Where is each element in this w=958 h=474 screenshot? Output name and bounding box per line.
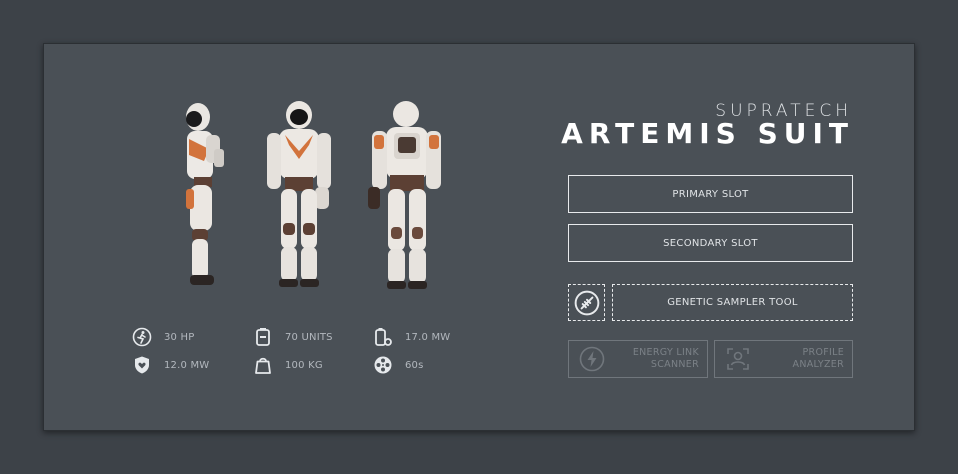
energy-link-scanner-label-line2: SCANNER bbox=[650, 359, 699, 370]
stat-energy-units: 70 UNITS bbox=[253, 326, 333, 348]
stat-weight-value: 100 KG bbox=[285, 359, 323, 371]
primary-slot-button[interactable]: PRIMARY SLOT bbox=[568, 175, 853, 213]
profile-analyzer-button[interactable]: PROFILE ANALYZER bbox=[714, 340, 853, 378]
lightning-icon bbox=[579, 346, 605, 372]
genetic-sampler-tool-label: GENETIC SAMPLER TOOL bbox=[667, 297, 798, 308]
reel-icon bbox=[374, 356, 392, 374]
stat-weight: 100 KG bbox=[253, 354, 323, 376]
tool-icon-slot[interactable] bbox=[568, 284, 605, 321]
battery-icon bbox=[256, 328, 270, 346]
profile-analyzer-label-line1: PROFILE bbox=[802, 347, 844, 358]
suit-front-view bbox=[267, 101, 331, 287]
genetic-sampler-tool-button[interactable]: GENETIC SAMPLER TOOL bbox=[612, 284, 853, 321]
weight-icon bbox=[255, 357, 271, 374]
profile-scan-icon bbox=[727, 348, 749, 370]
stat-power-draw-value: 17.0 MW bbox=[405, 331, 451, 343]
running-figure-icon bbox=[132, 327, 152, 347]
suit-figures bbox=[164, 99, 464, 299]
suit-back-view bbox=[368, 101, 441, 289]
shield-heart-icon bbox=[135, 356, 149, 374]
primary-slot-label: PRIMARY SLOT bbox=[672, 188, 749, 200]
secondary-slot-button[interactable]: SECONDARY SLOT bbox=[568, 224, 853, 262]
genetic-sampler-icon bbox=[574, 290, 599, 315]
stat-shield: 12.0 MW bbox=[132, 354, 209, 376]
stat-health-value: 30 HP bbox=[164, 331, 195, 343]
suit-name: ARTEMIS SUIT bbox=[561, 117, 854, 150]
battery-gear-icon bbox=[375, 328, 392, 346]
stat-energy-units-value: 70 UNITS bbox=[285, 331, 333, 343]
energy-link-scanner-label-line1: ENERGY LINK bbox=[632, 347, 699, 358]
suit-panel: 30 HP 70 UNITS 17.0 MW 12.0 MW 100 KG 60… bbox=[43, 43, 915, 431]
stat-shield-value: 12.0 MW bbox=[164, 359, 210, 371]
stat-duration: 60s bbox=[373, 354, 424, 376]
suit-stats: 30 HP 70 UNITS 17.0 MW 12.0 MW 100 KG 60… bbox=[132, 326, 472, 386]
profile-analyzer-label-line2: ANALYZER bbox=[792, 359, 844, 370]
stat-power-draw: 17.0 MW bbox=[373, 326, 450, 348]
stat-health: 30 HP bbox=[132, 326, 194, 348]
stat-duration-value: 60s bbox=[405, 359, 424, 371]
energy-link-scanner-button[interactable]: ENERGY LINK SCANNER bbox=[568, 340, 708, 378]
secondary-slot-label: SECONDARY SLOT bbox=[663, 237, 758, 249]
suit-side-view bbox=[186, 103, 224, 285]
